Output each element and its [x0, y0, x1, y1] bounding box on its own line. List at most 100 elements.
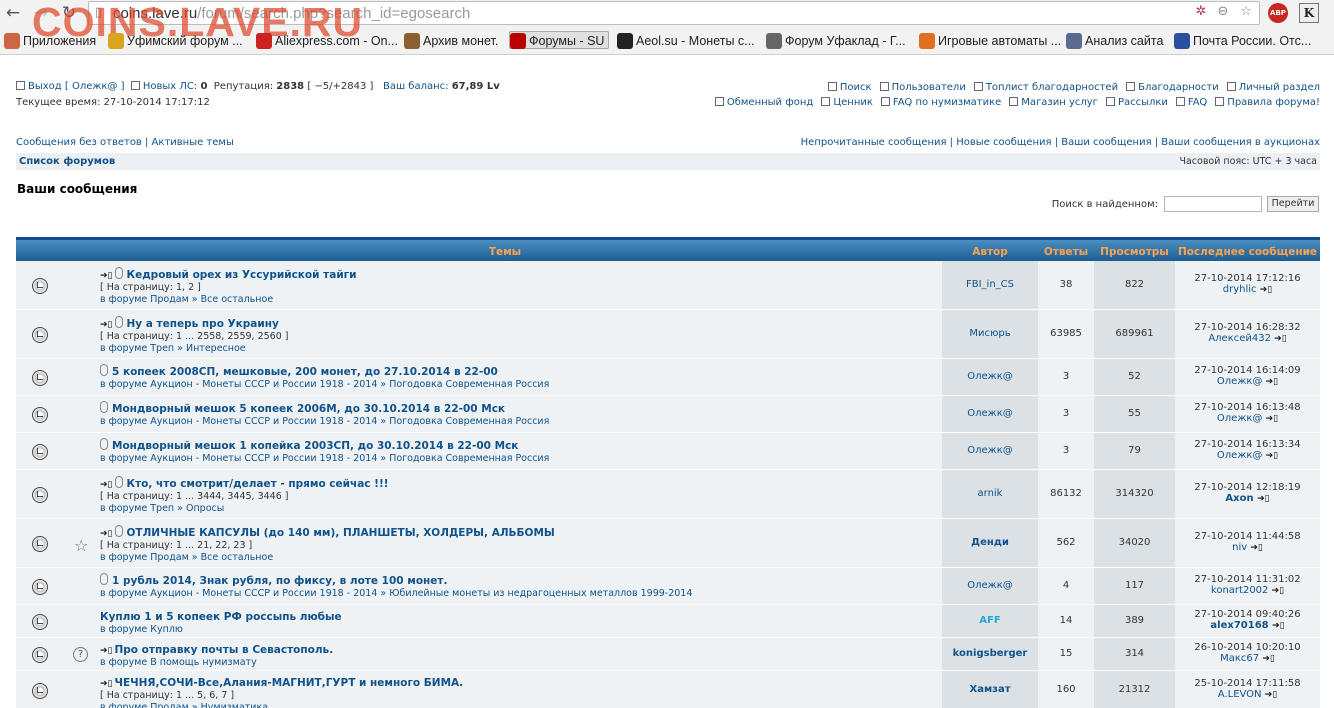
topic-title[interactable]: Ну а теперь про Украину — [127, 318, 279, 330]
bookmark-item[interactable]: Форумы - SU — [509, 31, 610, 49]
header-replies[interactable]: Ответы — [1038, 246, 1094, 258]
topic-read-icon[interactable] — [32, 579, 48, 595]
last-post-author-name[interactable]: konart2002 — [1211, 585, 1269, 596]
topic-read-icon[interactable] — [32, 647, 48, 663]
view-latest-icon[interactable]: ➔▯ — [1257, 494, 1270, 504]
view-latest-icon[interactable]: ➔▯ — [1274, 334, 1287, 344]
goto-new-icon[interactable]: ➔▯ — [100, 529, 113, 539]
header-topics[interactable]: Темы — [16, 246, 994, 258]
last-post-author[interactable]: Axon ➔▯ — [1175, 493, 1320, 504]
bookmark-item[interactable]: Анализ сайта — [1066, 32, 1163, 50]
goto-new-icon[interactable]: ➔▯ — [100, 480, 113, 490]
last-post-author[interactable]: Олежк@ ➔▯ — [1175, 413, 1320, 424]
bookmark-item[interactable]: Приложения — [4, 32, 96, 50]
last-post-author-name[interactable]: Макс67 — [1220, 653, 1259, 664]
last-post-author[interactable]: Алексей432 ➔▯ — [1175, 333, 1320, 344]
header-link[interactable]: Личный раздел — [1239, 82, 1320, 93]
topic-read-icon[interactable] — [32, 536, 48, 552]
topic-forum[interactable]: в форуме Треп » Опросы — [100, 503, 389, 514]
topic-author[interactable]: Олежк@ — [942, 371, 1038, 382]
search-input[interactable] — [1164, 196, 1262, 212]
balance-label[interactable]: Ваш баланс: — [383, 81, 449, 92]
topic-read-icon[interactable] — [32, 683, 48, 699]
last-post-author[interactable]: Макс67 ➔▯ — [1175, 653, 1320, 664]
bookmark-item[interactable]: Архив монет. — [404, 32, 498, 50]
header-author[interactable]: Автор — [942, 246, 1038, 258]
topic-forum[interactable]: в форуме Продам » Все остальное — [100, 552, 555, 563]
bookmark-item[interactable]: Игровые автоматы ... — [919, 32, 1061, 50]
topic-read-icon[interactable] — [32, 614, 48, 630]
topic-title[interactable]: Куплю 1 и 5 копеек РФ россыпь любые — [100, 611, 342, 623]
topic-forum[interactable]: в форуме Продам » Все остальное — [100, 294, 357, 305]
topic-author[interactable]: FBI_in_CS — [942, 279, 1038, 290]
topic-read-icon[interactable] — [32, 444, 48, 460]
topic-forum[interactable]: в форуме В помощь нумизмату — [100, 657, 333, 668]
topic-pages[interactable]: [ На страницу: 1 ... 5, 6, 7 ] — [100, 690, 463, 701]
topic-title[interactable]: Кедровый орех из Уссурийской тайги — [127, 269, 357, 281]
topic-forum[interactable]: в форуме Продам » Нумизматика — [100, 702, 463, 708]
last-post-author-name[interactable]: Олежк@ — [1217, 450, 1262, 461]
topic-pages[interactable]: [ На страницу: 1 ... 21, 22, 23 ] — [100, 540, 555, 551]
view-latest-icon[interactable]: ➔▯ — [1250, 543, 1263, 553]
last-post-author[interactable]: alex70168 ➔▯ — [1175, 620, 1320, 631]
topic-forum[interactable]: в форуме Аукцион - Монеты СССР и России … — [100, 379, 549, 390]
header-link[interactable]: Обменный фонд — [727, 97, 814, 108]
last-post-author[interactable]: A.LEVON ➔▯ — [1175, 689, 1320, 700]
star-bookmark-icon[interactable]: ☆ — [1237, 3, 1255, 21]
topic-author[interactable]: Денди — [942, 537, 1038, 548]
last-post-author-name[interactable]: Олежк@ — [1217, 376, 1262, 387]
view-latest-icon[interactable]: ➔▯ — [1272, 586, 1285, 596]
topic-pages[interactable]: [ На страницу: 1, 2 ] — [100, 282, 357, 293]
topic-title[interactable]: 5 копеек 2008СП, мешковые, 200 монет, до… — [112, 366, 498, 378]
extension-k-icon[interactable]: K — [1299, 3, 1319, 23]
view-latest-icon[interactable]: ➔▯ — [1266, 414, 1279, 424]
bookmark-item[interactable]: Aeol.su - Монеты с... — [617, 32, 755, 50]
last-post-author-name[interactable]: Axon — [1225, 493, 1253, 504]
logout-link[interactable]: Выход [ Олежк@ ] — [28, 81, 125, 92]
goto-new-icon[interactable]: ➔▯ — [100, 646, 113, 656]
topic-forum[interactable]: в форуме Аукцион - Монеты СССР и России … — [100, 588, 692, 599]
topic-read-icon[interactable] — [32, 327, 48, 343]
header-link[interactable]: Ценник — [833, 97, 873, 108]
topic-forum[interactable]: в форуме Треп » Интересное — [100, 343, 289, 354]
forum-list-link[interactable]: Список форумов — [19, 156, 115, 167]
last-post-author[interactable]: niv ➔▯ — [1175, 542, 1320, 553]
view-latest-icon[interactable]: ➔▯ — [1265, 690, 1278, 700]
header-link[interactable]: FAQ по нумизматике — [893, 97, 1001, 108]
right-quick-links[interactable]: Непрочитанные сообщения | Новые сообщени… — [801, 137, 1320, 148]
topic-author[interactable]: AFF — [942, 615, 1038, 626]
view-latest-icon[interactable]: ➔▯ — [1260, 285, 1273, 295]
zoom-icon[interactable]: ⊖ — [1214, 3, 1232, 21]
topic-title[interactable]: Про отправку почты в Севастополь. — [115, 644, 334, 656]
last-post-author[interactable]: Олежк@ ➔▯ — [1175, 450, 1320, 461]
header-link[interactable]: FAQ — [1188, 97, 1207, 108]
topic-author[interactable]: Олежк@ — [942, 580, 1038, 591]
last-post-author-name[interactable]: Алексей432 — [1208, 333, 1271, 344]
last-post-author-name[interactable]: niv — [1232, 542, 1247, 553]
topic-forum[interactable]: в форуме Куплю — [100, 624, 342, 635]
topic-author[interactable]: Олежк@ — [942, 445, 1038, 456]
topic-forum[interactable]: в форуме Аукцион - Монеты СССР и России … — [100, 416, 549, 427]
topic-read-icon[interactable] — [32, 278, 48, 294]
header-link[interactable]: Топлист благодарностей — [986, 82, 1118, 93]
topic-author[interactable]: konigsberger — [942, 648, 1038, 659]
header-last-post[interactable]: Последнее сообщение — [1175, 246, 1320, 258]
goto-new-icon[interactable]: ➔▯ — [100, 271, 113, 281]
search-go-button[interactable]: Перейти — [1267, 196, 1319, 212]
topic-author[interactable]: Олежк@ — [942, 408, 1038, 419]
topic-title[interactable]: ОТЛИЧНЫЕ КАПСУЛЫ (до 140 мм), ПЛАНШЕТЫ, … — [127, 527, 555, 539]
header-link[interactable]: Поиск — [840, 82, 872, 93]
topic-author[interactable]: Мисюрь — [942, 328, 1038, 339]
header-link[interactable]: Магазин услуг — [1021, 97, 1098, 108]
view-latest-icon[interactable]: ➔▯ — [1272, 621, 1285, 631]
topic-title[interactable]: 1 рубль 2014, Знак рубля, по фиксу, в ло… — [112, 575, 447, 587]
topic-title[interactable]: Мондворный мешок 1 копейка 2003СП, до 30… — [112, 440, 518, 452]
bookmark-item[interactable]: Форум Уфаклад - Г... — [766, 32, 906, 50]
last-post-author-name[interactable]: Олежк@ — [1217, 413, 1262, 424]
header-link[interactable]: Пользователи — [892, 82, 966, 93]
topic-forum[interactable]: в форуме Аукцион - Монеты СССР и России … — [100, 453, 549, 464]
topic-title[interactable]: Мондворный мешок 5 копеек 2006М, до 30.1… — [112, 403, 505, 415]
goto-new-icon[interactable]: ➔▯ — [100, 679, 113, 689]
topic-read-icon[interactable] — [32, 370, 48, 386]
last-post-author[interactable]: konart2002 ➔▯ — [1175, 585, 1320, 596]
